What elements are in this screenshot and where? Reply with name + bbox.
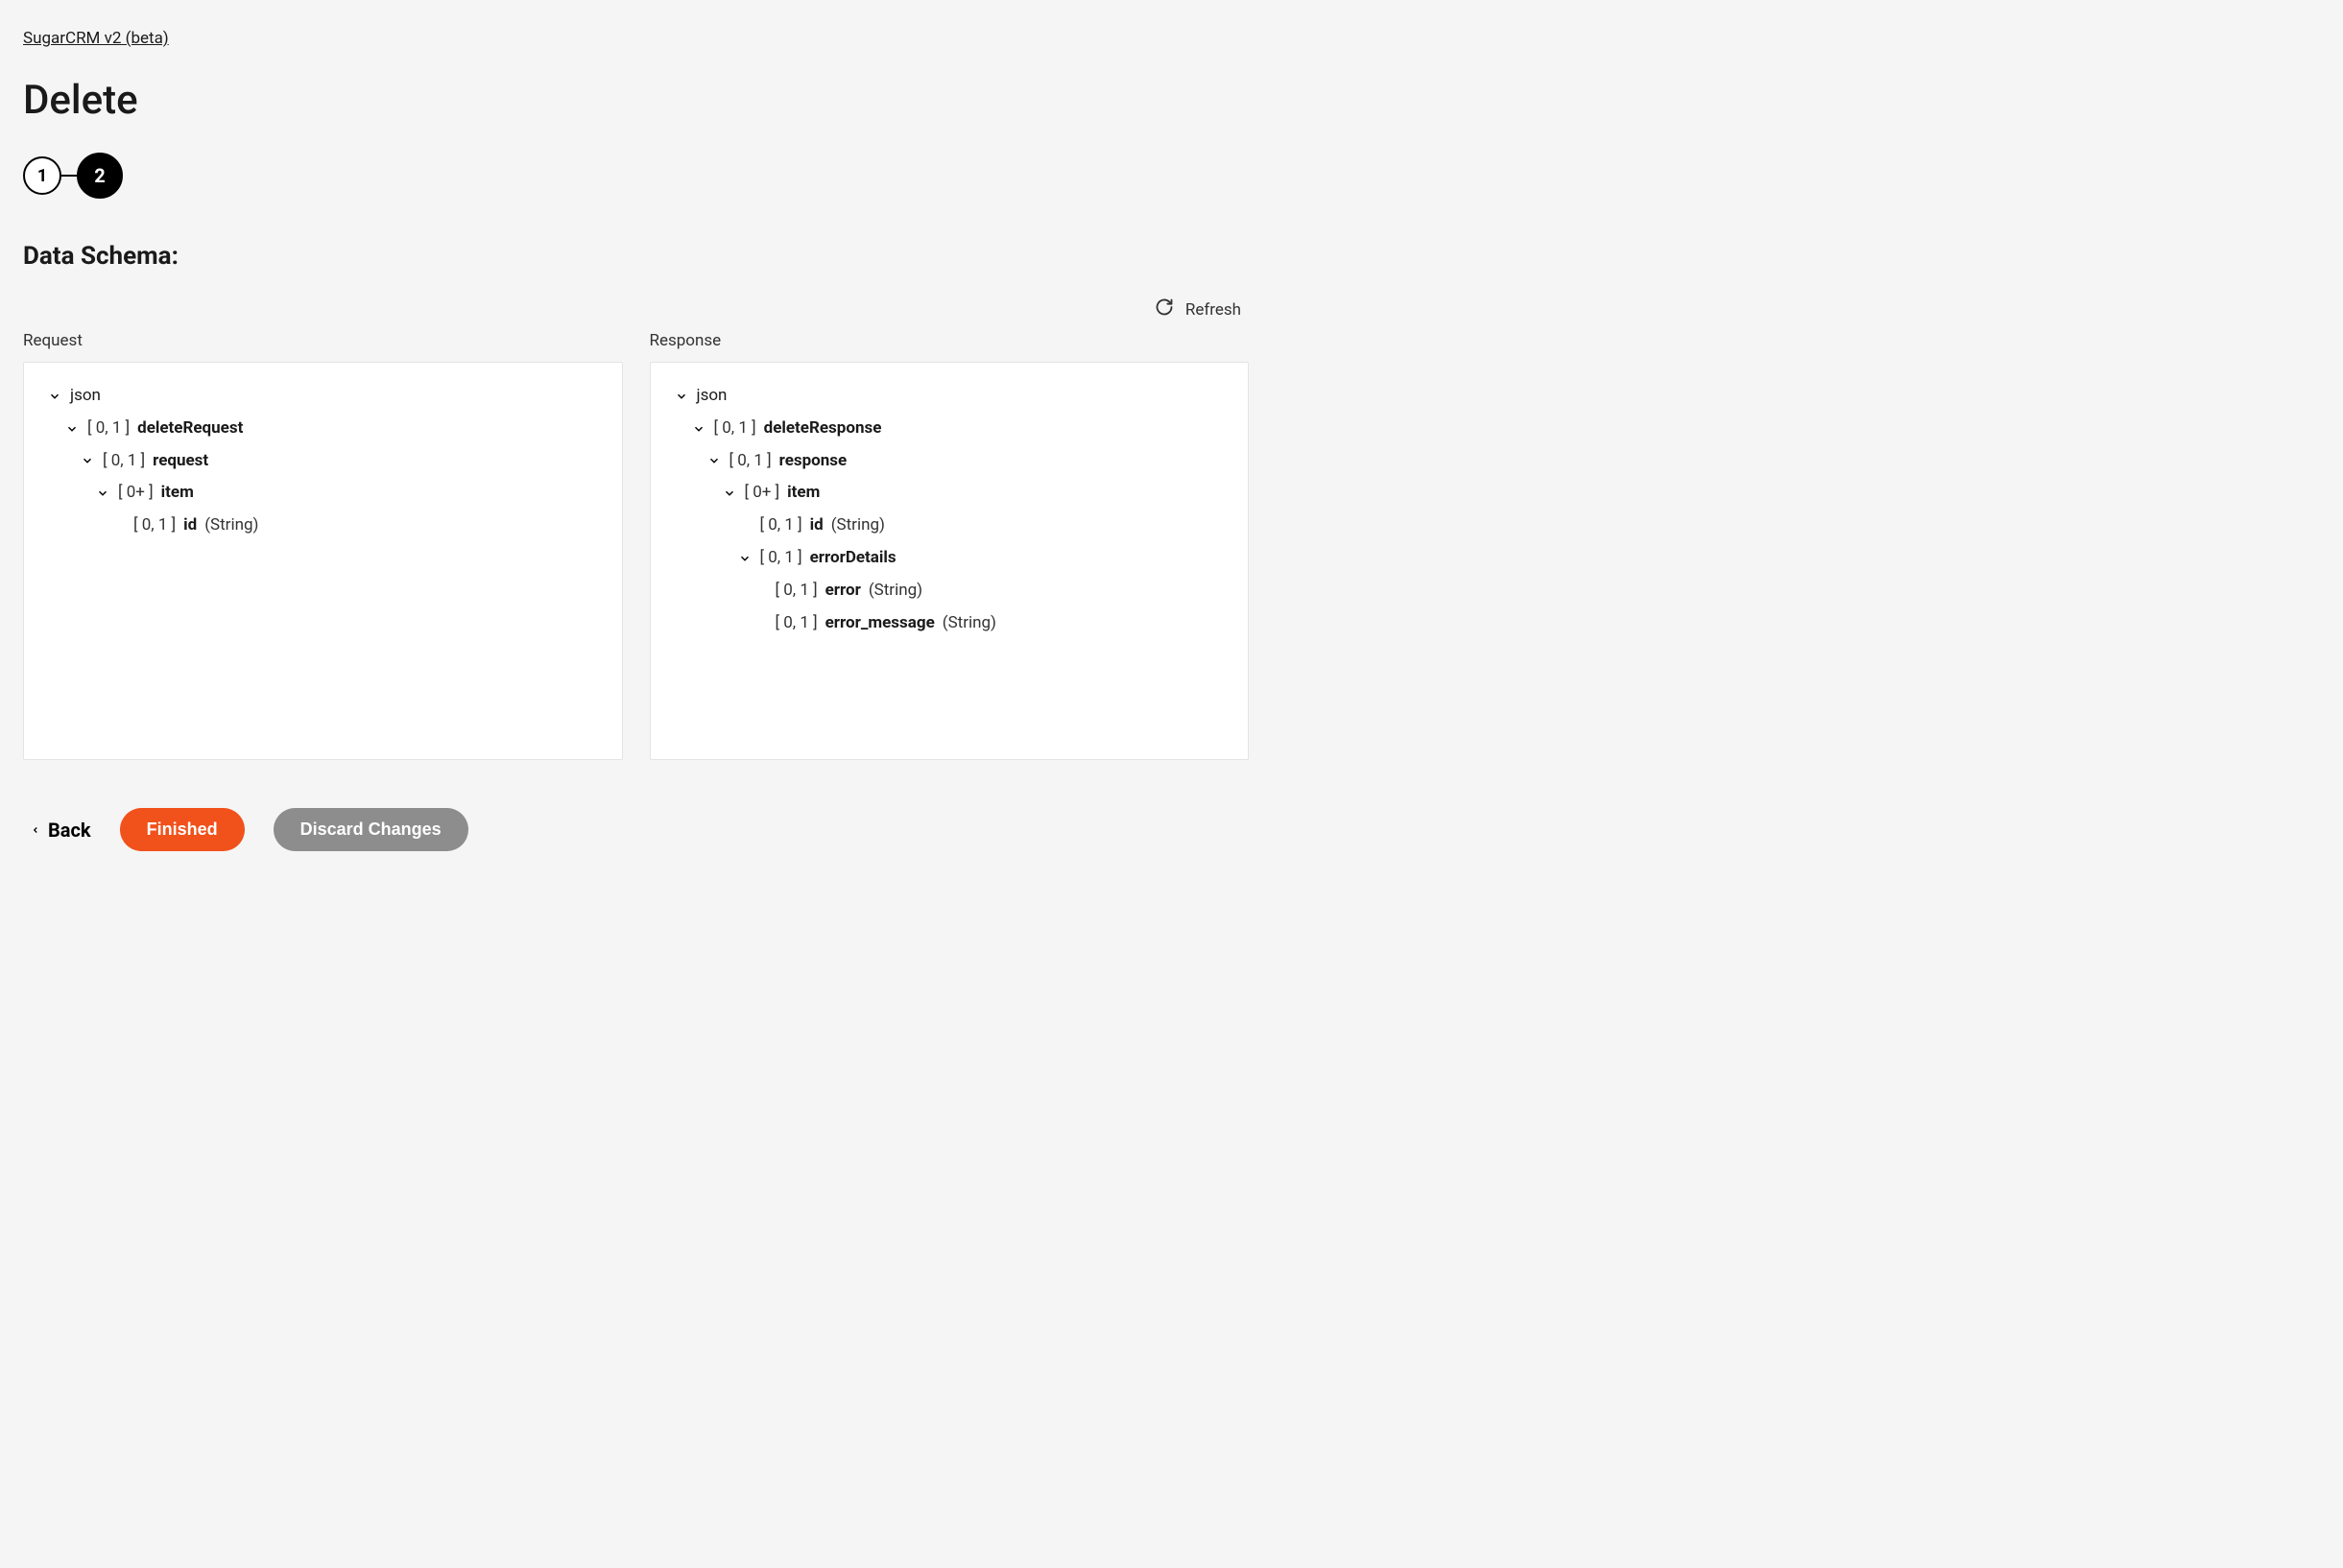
- chevron-down-icon[interactable]: [722, 486, 737, 501]
- cardinality: [ 0, 1 ]: [729, 450, 772, 473]
- tree-label: errorDetails: [810, 547, 897, 570]
- tree-node-id[interactable]: [ 0, 1 ] id (String): [47, 510, 599, 542]
- back-label: Back: [48, 819, 91, 842]
- tree-label: error_message: [825, 612, 935, 635]
- refresh-label: Refresh: [1185, 300, 1241, 320]
- step-2[interactable]: 2: [77, 153, 123, 199]
- tree-node-item[interactable]: [ 0+ ] item: [674, 477, 1226, 510]
- back-button[interactable]: Back: [31, 819, 91, 842]
- type-label: (String): [943, 612, 996, 635]
- cardinality: [ 0+ ]: [745, 482, 780, 505]
- tree-label: request: [153, 450, 208, 473]
- request-panel: json [ 0, 1 ] deleteRequest [ 0, 1 ] req…: [23, 362, 623, 760]
- chevron-down-icon[interactable]: [737, 551, 753, 566]
- chevron-down-icon[interactable]: [80, 453, 95, 468]
- request-panel-label: Request: [23, 331, 623, 350]
- tree-label: response: [779, 450, 848, 473]
- tree-label: json: [70, 385, 101, 408]
- tree-label: id: [810, 514, 824, 537]
- tree-label: json: [697, 385, 728, 408]
- refresh-button[interactable]: Refresh: [1155, 297, 1241, 321]
- cardinality: [ 0, 1 ]: [776, 580, 818, 603]
- cardinality: [ 0, 1 ]: [760, 547, 802, 570]
- step-connector: [61, 175, 77, 177]
- chevron-left-icon: [31, 819, 40, 842]
- stepper: 1 2: [23, 153, 1249, 199]
- cardinality: [ 0+ ]: [118, 482, 154, 505]
- section-title: Data Schema:: [23, 242, 1249, 271]
- tree-node-json[interactable]: json: [47, 380, 599, 413]
- cardinality: [ 0, 1 ]: [714, 417, 756, 440]
- tree-node-error-message[interactable]: [ 0, 1 ] error_message (String): [674, 607, 1226, 640]
- tree-node-request[interactable]: [ 0, 1 ] request: [47, 445, 599, 478]
- refresh-icon: [1155, 297, 1174, 321]
- cardinality: [ 0, 1 ]: [103, 450, 145, 473]
- breadcrumb[interactable]: SugarCRM v2 (beta): [23, 29, 169, 48]
- response-panel: json [ 0, 1 ] deleteResponse [ 0, 1 ] re…: [650, 362, 1250, 760]
- tree-node-json[interactable]: json: [674, 380, 1226, 413]
- chevron-down-icon[interactable]: [674, 389, 689, 404]
- tree-node-id[interactable]: [ 0, 1 ] id (String): [674, 510, 1226, 542]
- tree-label: item: [161, 482, 194, 505]
- tree-node-error[interactable]: [ 0, 1 ] error (String): [674, 575, 1226, 607]
- finished-button[interactable]: Finished: [120, 808, 245, 851]
- chevron-down-icon[interactable]: [47, 389, 62, 404]
- cardinality: [ 0, 1 ]: [133, 514, 176, 537]
- tree-node-item[interactable]: [ 0+ ] item: [47, 477, 599, 510]
- tree-label: id: [183, 514, 197, 537]
- chevron-down-icon[interactable]: [95, 486, 110, 501]
- chevron-down-icon[interactable]: [691, 421, 706, 437]
- tree-label: error: [825, 580, 861, 603]
- cardinality: [ 0, 1 ]: [776, 612, 818, 635]
- discard-changes-button[interactable]: Discard Changes: [274, 808, 468, 851]
- cardinality: [ 0, 1 ]: [87, 417, 130, 440]
- page-title: Delete: [23, 77, 1249, 124]
- type-label: (String): [831, 514, 885, 537]
- chevron-down-icon[interactable]: [706, 453, 722, 468]
- cardinality: [ 0, 1 ]: [760, 514, 802, 537]
- type-label: (String): [204, 514, 258, 537]
- step-1[interactable]: 1: [23, 156, 61, 195]
- tree-node-deleteResponse[interactable]: [ 0, 1 ] deleteResponse: [674, 413, 1226, 445]
- tree-node-response[interactable]: [ 0, 1 ] response: [674, 445, 1226, 478]
- tree-node-errorDetails[interactable]: [ 0, 1 ] errorDetails: [674, 542, 1226, 575]
- chevron-down-icon[interactable]: [64, 421, 80, 437]
- type-label: (String): [869, 580, 922, 603]
- response-panel-label: Response: [650, 331, 1250, 350]
- tree-label: deleteRequest: [137, 417, 243, 440]
- tree-label: deleteResponse: [764, 417, 882, 440]
- tree-node-deleteRequest[interactable]: [ 0, 1 ] deleteRequest: [47, 413, 599, 445]
- tree-label: item: [787, 482, 820, 505]
